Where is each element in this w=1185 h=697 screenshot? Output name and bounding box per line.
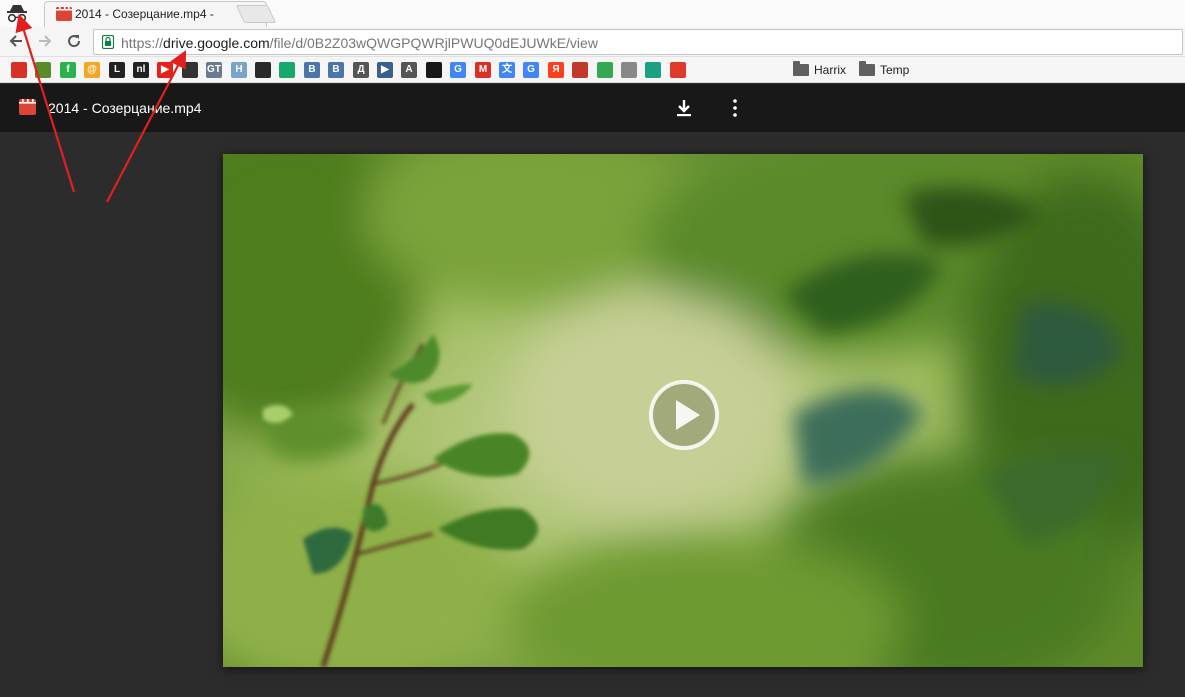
teal-box-icon[interactable]	[645, 62, 661, 78]
browser-toolbar: https://drive.google.com/file/d/0B2Z03wQ…	[0, 27, 1185, 57]
nl-icon[interactable]: nl	[133, 62, 149, 78]
vk-icon[interactable]: В	[304, 62, 320, 78]
spy-icon[interactable]	[182, 62, 198, 78]
incognito-icon[interactable]	[6, 3, 28, 23]
green-circle-icon[interactable]	[279, 62, 295, 78]
l-icon[interactable]: L	[109, 62, 125, 78]
android-icon[interactable]	[35, 62, 51, 78]
a-letter-icon[interactable]: A	[401, 62, 417, 78]
address-bar[interactable]: https://drive.google.com/file/d/0B2Z03wQ…	[93, 29, 1183, 55]
bookmark-folder-label: Temp	[880, 63, 910, 77]
bookmarks-bar: f @ Lnl ▶ GT H В В Д ▶ A G M 文 G Я Harrix Temp	[0, 57, 1185, 83]
video-file-icon	[56, 7, 72, 21]
back-arrow-icon	[9, 35, 22, 47]
play-button-icon[interactable]	[648, 379, 720, 451]
bookmark-folder-harrix[interactable]: Harrix	[793, 61, 846, 78]
url-scheme: https://	[121, 35, 164, 51]
browser-tab-active[interactable]: 2014 - Созерцание.mp4 - ×	[44, 1, 267, 27]
tab-strip: 2014 - Созерцание.mp4 - ×	[0, 0, 1185, 27]
video-player[interactable]	[223, 154, 1143, 667]
gt-icon[interactable]: GT	[206, 62, 222, 78]
reload-button[interactable]	[63, 30, 85, 52]
photo-icon[interactable]	[572, 62, 588, 78]
h-icon[interactable]: H	[231, 62, 247, 78]
mail-at-icon[interactable]: @	[84, 62, 100, 78]
google-icon-2[interactable]: G	[523, 62, 539, 78]
bookmark-red-icon[interactable]	[11, 62, 27, 78]
google-icon[interactable]: G	[450, 62, 466, 78]
lock-icon[interactable]	[102, 35, 114, 49]
feedly-icon[interactable]: f	[60, 62, 76, 78]
youtube-icon[interactable]: ▶	[157, 62, 173, 78]
url-host: drive.google.com	[163, 35, 270, 51]
pirate-icon[interactable]	[255, 62, 271, 78]
d-letter-icon[interactable]: Д	[353, 62, 369, 78]
google-translate-icon[interactable]: 文	[499, 62, 515, 78]
gmail-icon[interactable]: M	[475, 62, 491, 78]
tab-title: 2014 - Созерцание.mp4 -	[75, 7, 214, 21]
folder-icon	[859, 61, 875, 76]
forward-button[interactable]	[34, 30, 56, 52]
url-text[interactable]: https://drive.google.com/file/d/0B2Z03wQ…	[121, 35, 598, 51]
play-box-icon[interactable]: ▶	[377, 62, 393, 78]
github-icon[interactable]	[426, 62, 442, 78]
bookmark-folder-label: Harrix	[814, 63, 846, 77]
viewer-header: 2014 - Созерцание.mp4	[0, 84, 1185, 132]
back-button[interactable]	[5, 30, 27, 52]
download-icon[interactable]	[674, 98, 694, 118]
yandex-icon[interactable]: Я	[548, 62, 564, 78]
film-reel-icon[interactable]	[621, 62, 637, 78]
red-circle-icon[interactable]	[670, 62, 686, 78]
url-path: /file/d/0B2Z03wQWGPQWRjlPWUQ0dEJUWkE/vie…	[269, 35, 598, 51]
video-file-icon	[19, 99, 36, 115]
more-options-icon[interactable]	[731, 98, 739, 118]
file-name: 2014 - Созерцание.mp4	[48, 100, 202, 116]
google-maps-icon[interactable]	[597, 62, 613, 78]
bookmark-folder-temp[interactable]: Temp	[859, 61, 910, 78]
reload-icon	[68, 35, 81, 48]
folder-icon	[793, 61, 809, 76]
forward-arrow-icon	[39, 35, 52, 47]
vk-d-icon[interactable]: В	[328, 62, 344, 78]
